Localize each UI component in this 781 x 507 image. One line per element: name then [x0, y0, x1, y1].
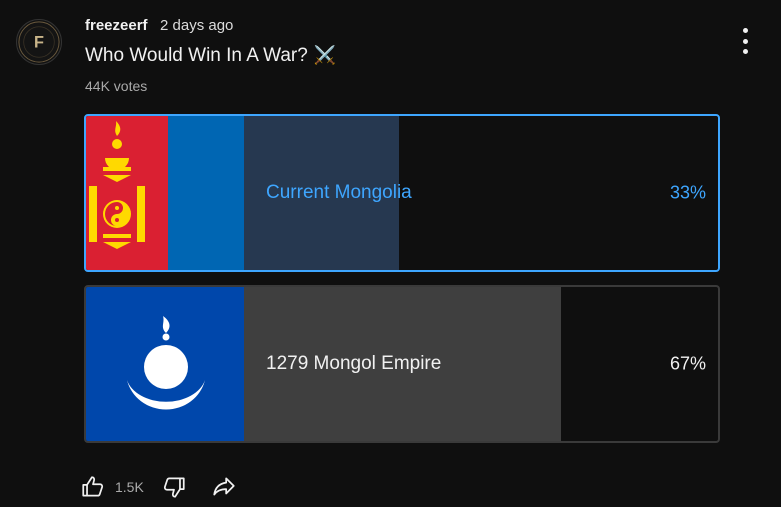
f-logo-icon: F	[18, 21, 60, 63]
channel-avatar[interactable]: F	[16, 19, 62, 65]
share-icon[interactable]	[211, 474, 237, 500]
poll-option-mongol-empire[interactable]: 1279 Mongol Empire 67%	[84, 285, 720, 443]
vote-count: 44K votes	[85, 78, 148, 94]
mongolia-flag-icon	[86, 116, 244, 270]
post-title-text: Who Would Win In A War?	[85, 45, 308, 66]
post-actions: 1.5K	[80, 472, 237, 502]
like-count: 1.5K	[115, 479, 144, 495]
poll-option-percent: 33%	[669, 182, 706, 203]
more-vertical-icon[interactable]	[735, 28, 755, 54]
poll-option-current-mongolia[interactable]: Current Mongolia 33%	[84, 114, 720, 272]
mongol-empire-flag-icon	[86, 287, 244, 441]
thumbs-down-icon[interactable]	[161, 474, 187, 500]
post-date[interactable]: 2 days ago	[160, 17, 233, 34]
poll-option-label: Current Mongolia	[266, 182, 412, 203]
poll-option-label: 1279 Mongol Empire	[266, 353, 442, 374]
post-title: Who Would Win In A War? ⚔️	[85, 45, 336, 67]
channel-name[interactable]: freezeerf	[85, 17, 148, 34]
poll-option-percent: 67%	[669, 353, 706, 374]
avatar-letter: F	[34, 34, 44, 52]
crossed-swords-icon: ⚔️	[313, 45, 337, 65]
thumbs-up-icon[interactable]	[80, 474, 106, 500]
